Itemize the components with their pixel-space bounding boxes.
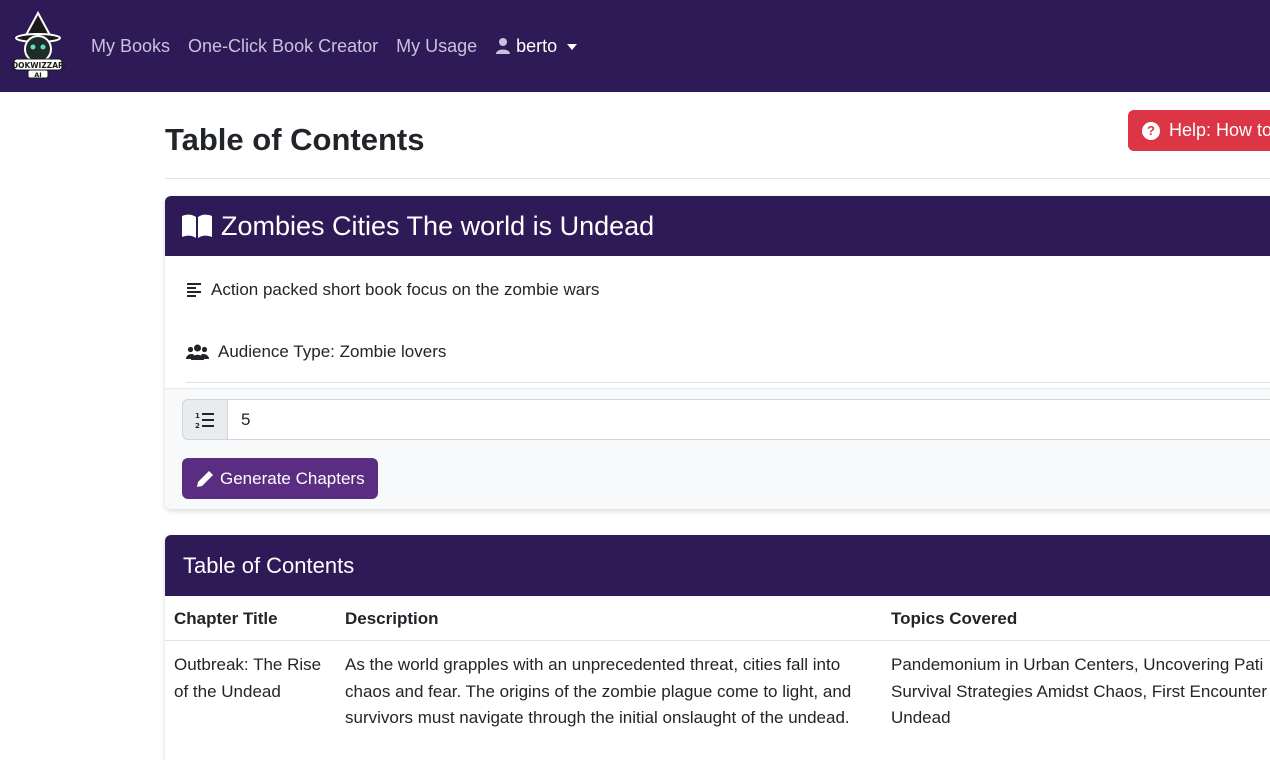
details-divider <box>186 382 1270 383</box>
chapters-count-input[interactable] <box>228 399 1270 440</box>
svg-text:2: 2 <box>195 422 200 429</box>
column-header-chapter-title: Chapter Title <box>174 609 278 628</box>
nav-items: My Books One-Click Book Creator My Usage… <box>91 0 578 92</box>
question-circle-icon: ? <box>1142 121 1160 140</box>
toc-card-header: Table of Contents <box>165 535 1270 596</box>
toc-card: Table of Contents Chapter Title Descript… <box>165 535 1270 760</box>
book-card-header: Zombies Cities The world is Undead <box>165 196 1270 256</box>
pencil-icon <box>197 470 213 487</box>
users-icon <box>186 344 209 360</box>
column-header-topics-covered: Topics Covered <box>891 609 1018 628</box>
book-description-row: Action packed short book focus on the zo… <box>186 280 599 300</box>
generate-chapters-label: Generate Chapters <box>220 468 365 488</box>
nav-my-usage[interactable]: My Usage <box>396 36 477 57</box>
align-left-icon <box>187 283 201 297</box>
chapters-input-group: 1 2 <box>182 399 1270 440</box>
user-icon <box>496 38 511 54</box>
generate-chapters-button[interactable]: Generate Chapters <box>182 458 378 499</box>
list-ol-icon: 1 2 <box>182 399 228 440</box>
table-header-divider <box>165 640 1270 641</box>
book-audience-row: Audience Type: Zombie lovers <box>186 342 446 362</box>
book-card: Zombies Cities The world is Undead Actio… <box>165 196 1270 509</box>
page-title: Table of Contents <box>165 122 425 157</box>
cell-description: As the world grapples with an unpreceden… <box>345 655 852 727</box>
user-name: berto <box>516 35 558 56</box>
svg-text:BOOKWIZZARD: BOOKWIZZARD <box>11 61 65 70</box>
title-divider <box>165 178 1270 179</box>
book-details: Action packed short book focus on the zo… <box>165 256 1270 389</box>
chevron-down-icon <box>567 44 578 50</box>
help-button-label: Help: How to <box>1169 120 1270 140</box>
svg-text:1: 1 <box>195 412 200 420</box>
bookwizzard-logo[interactable]: BOOKWIZZARD AI <box>11 11 65 79</box>
book-title: Zombies Cities The world is Undead <box>221 210 655 241</box>
navbar: BOOKWIZZARD AI My Books One-Click Book C… <box>0 0 1270 92</box>
help-button[interactable]: ? Help: How to <box>1128 110 1270 151</box>
nav-my-books[interactable]: My Books <box>91 36 170 57</box>
book-audience: Audience Type: Zombie lovers <box>218 342 447 361</box>
book-open-icon <box>182 214 212 238</box>
cell-chapter-title: Outbreak: The Rise of the Undead <box>174 655 322 701</box>
user-menu-dropdown[interactable]: berto <box>495 35 578 57</box>
svg-text:AI: AI <box>34 71 41 79</box>
cell-topics-covered: Pandemonium in Urban Centers, Uncovering… <box>891 655 1268 727</box>
column-header-description: Description <box>345 609 439 628</box>
nav-one-click-book-creator[interactable]: One-Click Book Creator <box>188 36 378 57</box>
card-body-divider <box>165 388 1270 389</box>
book-description: Action packed short book focus on the zo… <box>211 280 600 299</box>
